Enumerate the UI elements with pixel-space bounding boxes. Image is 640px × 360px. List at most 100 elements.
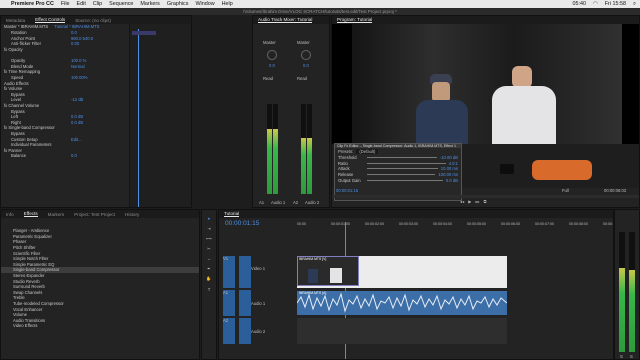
play-icon[interactable]: ▶ [468, 199, 471, 204]
search-icon[interactable]: ⌕ [633, 1, 636, 8]
effects-list-item-label: Scientific Filter [13, 250, 41, 256]
effect-property-value[interactable]: -12 dB [71, 97, 131, 102]
tab-program[interactable]: Program: Tutorial [337, 17, 373, 23]
fx-param-value[interactable]: 100.00 ms [438, 172, 458, 177]
mixer-meter-1 [267, 104, 272, 194]
pan-knob-1[interactable] [267, 50, 277, 60]
ruler-tick-label: 00:00:03:00 [399, 222, 418, 226]
track-v1-target[interactable] [239, 256, 251, 288]
selection-tool-icon[interactable]: ➤ [202, 216, 216, 221]
effects-list-item-label: Tube-modeled Compressor [13, 301, 64, 307]
step-back-icon[interactable]: ◂◂ [460, 199, 464, 204]
tab-effects[interactable]: Effects [23, 211, 38, 217]
automation-mode-1[interactable]: Read [263, 76, 273, 81]
app-menu[interactable]: Premiere Pro CC [11, 1, 54, 7]
tab-metadata[interactable]: Metadata [6, 18, 25, 23]
effect-property-name: fx Time Remapping [4, 69, 41, 75]
fx-param-slider[interactable] [367, 168, 438, 170]
meter-solo-left[interactable]: S [620, 354, 623, 359]
track-a1-target[interactable] [239, 290, 251, 316]
effect-property-name: Audio Effects [4, 80, 29, 86]
effect-property-value[interactable]: 100.00% [71, 75, 131, 80]
fx-param-value[interactable]: -10.00 dB [440, 155, 458, 160]
pen-tool-icon[interactable]: ✒ [202, 266, 216, 271]
wifi-icon[interactable]: ◠ [593, 1, 598, 7]
ripple-edit-icon[interactable]: ⟷ [202, 236, 216, 241]
program-timecode[interactable]: 00:00:01:15 [336, 188, 358, 193]
fx-param-slider[interactable] [367, 162, 446, 164]
tab-markers[interactable]: Markers [48, 212, 65, 217]
effect-mini-timeline[interactable] [129, 24, 191, 207]
timeline-timecode[interactable]: 00:00:01:15 [225, 220, 259, 227]
menu-sequence[interactable]: Sequence [109, 1, 133, 7]
menu-window[interactable]: Window [195, 1, 214, 7]
effect-property-value[interactable]: 0.0 [71, 30, 131, 35]
tab-info[interactable]: Info [6, 212, 14, 217]
effects-list-item-label: Vocal Enhancer [13, 306, 43, 312]
menu-file[interactable]: File [61, 1, 70, 7]
tab-source[interactable]: Source: (no clips) [75, 18, 111, 23]
track-v1-source[interactable]: V1 [223, 256, 235, 288]
track-select-icon[interactable]: ⇥ [202, 226, 216, 231]
track-a2-source[interactable]: A2 [223, 318, 235, 344]
track-a1-source[interactable]: A1 [223, 290, 235, 316]
effects-list-item-label: Surround Reverb [13, 284, 45, 290]
tab-effect-controls[interactable]: Effect Controls [35, 17, 66, 23]
tab-timeline-tutorial[interactable]: Tutorial [224, 211, 240, 217]
person-left-face [432, 82, 450, 102]
effect-property-value[interactable]: Edit... [71, 137, 131, 142]
video-clip[interactable]: IBRAHIM.MTS [V] [297, 256, 507, 288]
program-scrubber[interactable] [332, 195, 639, 198]
effect-properties-list: Rotation 0.0 Anchor Point 960.0 540.0 Anti-f… [1, 30, 131, 159]
track-a2-target[interactable] [239, 318, 251, 344]
menu-graphics[interactable]: Graphics [167, 1, 189, 7]
effect-property-value[interactable]: 0.00 [71, 41, 131, 46]
step-forward-icon[interactable]: ▸▸ [475, 199, 479, 204]
menu-edit[interactable]: Edit [77, 1, 86, 7]
automation-mode-2[interactable]: Read [297, 76, 307, 81]
effect-property-value[interactable]: Normal [71, 64, 131, 69]
meter-solo-right[interactable]: S [630, 354, 633, 359]
menu-help[interactable]: Help [222, 1, 233, 7]
menu-markers[interactable]: Markers [140, 1, 159, 7]
fx-param-value[interactable]: 4.0:1 [449, 161, 458, 166]
effect-property-name: Anchor Point [11, 35, 35, 41]
mixer-meter-3 [301, 104, 306, 194]
pan-knob-2[interactable] [301, 50, 311, 60]
audio-clip[interactable]: IBRAHIM.MTS [A] [297, 291, 507, 315]
fx-presets-dropdown[interactable]: (Default) [356, 149, 379, 154]
tab-project[interactable]: Project: Test Project [74, 212, 115, 217]
export-frame-icon[interactable]: ⧉ [484, 199, 487, 204]
effect-property-value[interactable]: 960.0 540.0 [71, 36, 131, 41]
fx-param-value[interactable]: 0.0 dB [446, 178, 458, 183]
type-tool-icon[interactable]: T [202, 287, 216, 292]
effect-property-name: fx Single-band Compressor [4, 125, 55, 131]
ruler-tick-label: 00:00:09:00 [603, 222, 613, 226]
pan-value-1[interactable]: 0.0 [269, 63, 275, 68]
effect-property-value[interactable]: 0.0 dB [71, 120, 131, 125]
razor-tool-icon[interactable]: ✂ [202, 246, 216, 251]
fx-param-row[interactable]: Output Gain 0.0 dB [335, 177, 461, 183]
ec-playhead[interactable] [138, 29, 139, 207]
menu-clip[interactable]: Clip [93, 1, 102, 7]
slip-tool-icon[interactable]: ↔ [202, 256, 216, 261]
tab-history[interactable]: History [125, 212, 139, 217]
pan-value-2[interactable]: 0.0 [303, 63, 309, 68]
effects-list-item[interactable]: Video Effects [1, 323, 199, 329]
hand-tool-icon[interactable]: ✋ [202, 276, 216, 282]
fx-param-slider[interactable] [367, 174, 436, 176]
program-video-frame[interactable]: Clip Fx Editor – Single-band Compressor:… [332, 24, 639, 201]
fx-param-slider[interactable] [367, 179, 443, 181]
tab-audio-track-mixer[interactable]: Audio Track Mixer: Tutorial [258, 17, 313, 23]
program-fit[interactable]: Full [562, 188, 569, 193]
sequence-label[interactable]: Tutorial * IBRAHIM.MTS [54, 24, 99, 29]
clip-label[interactable]: Master * IBRAHIM.MTS [4, 24, 48, 29]
effect-property-row[interactable]: Balance 0.0 [1, 153, 131, 159]
effect-property-value[interactable]: 0.0 [71, 153, 131, 158]
effect-property-value[interactable]: 0.0 dB [71, 114, 131, 119]
fx-param-value[interactable]: 10.00 ms [441, 166, 458, 171]
fx-param-slider[interactable] [367, 157, 437, 159]
audio-track-mixer-panel: Audio Track Mixer: Tutorial Master Maste… [252, 15, 330, 208]
effect-property-value[interactable]: 100.0 % [71, 58, 131, 63]
audio-track-2-lane[interactable] [297, 318, 507, 344]
